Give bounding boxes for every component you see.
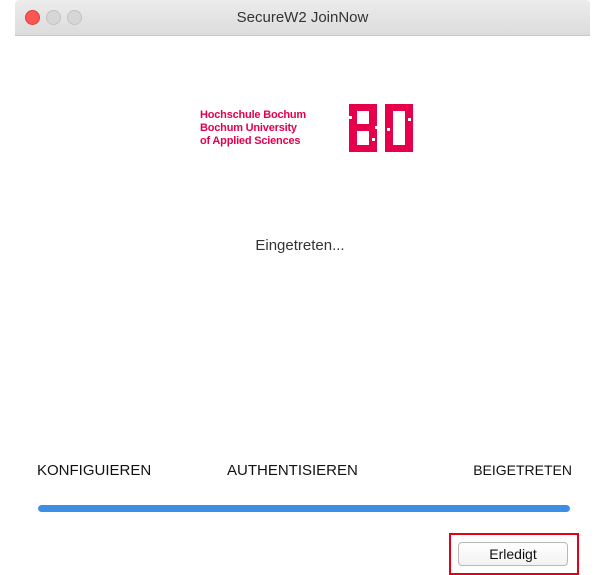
- step-authenticate: AUTHENTISIEREN: [227, 462, 358, 479]
- step-joined: BEIGETRETEN: [473, 462, 572, 478]
- progress-bar-fill: [38, 505, 570, 512]
- title-bar: SecureW2 JoinNow: [15, 0, 590, 36]
- university-name: Hochschule Bochum Bochum University of A…: [200, 109, 306, 148]
- step-configure: KONFIGUIEREN: [37, 462, 152, 479]
- window-title: SecureW2 JoinNow: [236, 9, 369, 26]
- bo-logo-mark: [349, 104, 413, 152]
- university-logo: Hochschule Bochum Bochum University of A…: [200, 102, 420, 160]
- logo-line-2: Bochum University: [200, 122, 297, 134]
- done-button[interactable]: Erledigt: [458, 542, 568, 566]
- progress-bar: [38, 505, 570, 512]
- logo-line-3: of Applied Sciences: [200, 135, 301, 147]
- progress-steps: KONFIGUIEREN AUTHENTISIEREN BEIGETRETEN: [37, 462, 572, 482]
- logo-line-1: Hochschule Bochum: [200, 109, 307, 121]
- joinnow-window: SecureW2 JoinNow Hochschule Bochum Bochu…: [0, 0, 600, 575]
- connection-status: Eingetreten...: [255, 237, 345, 254]
